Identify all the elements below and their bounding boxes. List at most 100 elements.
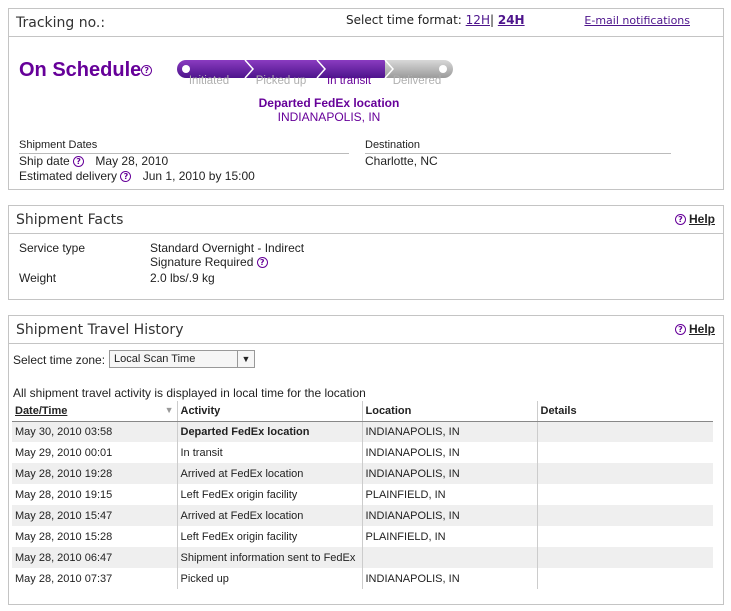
status-text: On Schedule (19, 59, 142, 81)
cell-details (536, 505, 713, 526)
destination-header: Destination (365, 139, 671, 154)
travel-history-panel: Shipment Travel History ? Help Select tim… (8, 315, 724, 605)
history-title: Shipment Travel History (16, 322, 184, 338)
cell-activity: Shipment information sent to FedEx (176, 547, 362, 568)
facts-header: Shipment Facts ? Help (9, 206, 723, 234)
signature-help-icon[interactable]: ? (256, 257, 268, 269)
step-picked-up: Picked up (255, 75, 307, 87)
step-in-transit: In transit (326, 75, 372, 87)
ship-date-help-icon[interactable]: ? (73, 156, 85, 168)
cell-activity: Picked up (176, 568, 362, 589)
cell-date: May 28, 2010 19:15 (12, 484, 177, 505)
cell-details (536, 484, 713, 505)
format-24h-link[interactable]: 24H (498, 13, 525, 27)
cell-details (536, 568, 713, 589)
current-location-title: Departed FedEx location (258, 96, 400, 110)
history-help-link[interactable]: ? Help (674, 322, 715, 336)
table-row: May 30, 2010 03:58 Departed FedEx locatio… (12, 421, 713, 442)
history-rows: May 30, 2010 03:58 Departed FedEx locatio… (12, 421, 713, 589)
dropdown-arrow-icon[interactable]: ▼ (237, 351, 254, 367)
step-initiated: Initiated (188, 75, 230, 87)
cell-date: May 28, 2010 19:28 (12, 463, 177, 484)
travel-history-table: Date/Time ▼ Activity Location Details Ma… (12, 401, 713, 589)
facts-help-label: Help (688, 212, 715, 226)
service-type-value: Standard Overnight - Indirect (150, 241, 305, 255)
facts-help-link[interactable]: ? Help (674, 212, 715, 226)
ship-date-label: Ship date (19, 154, 70, 168)
cell-activity: Left FedEx origin facility (176, 484, 362, 505)
table-row: May 28, 2010 15:47 Arrived at FedEx locat… (12, 505, 713, 526)
cell-location: PLAINFIELD, IN (361, 484, 537, 505)
history-help-label: Help (688, 322, 715, 336)
cell-location (361, 547, 537, 568)
status-help-icon[interactable]: ? (141, 65, 153, 77)
timezone-value: Local Scan Time (114, 353, 196, 365)
shipment-facts-panel: Shipment Facts ? Help Service type Standa… (8, 205, 724, 300)
cell-date: May 29, 2010 00:01 (12, 442, 177, 463)
sort-desc-icon[interactable]: ▼ (165, 405, 174, 415)
format-12h-link[interactable]: 12H (466, 13, 490, 27)
table-row: May 28, 2010 06:47 Shipment information s… (12, 547, 713, 568)
col-activity: Activity (176, 401, 362, 422)
cell-activity: In transit (176, 442, 362, 463)
col-date-time[interactable]: Date/Time ▼ (12, 401, 177, 422)
service-type-label: Service type (19, 241, 86, 255)
cell-location: INDIANAPOLIS, IN (361, 568, 537, 589)
table-row: May 29, 2010 00:01 In transit INDIANAPOLIS… (12, 442, 713, 463)
cell-location: INDIANAPOLIS, IN (361, 505, 537, 526)
signature-row: Signature Required ? (150, 255, 268, 269)
cell-location: INDIANAPOLIS, IN (361, 421, 537, 442)
ship-date-row: Ship date ? May 28, 2010 (19, 154, 168, 168)
cell-activity: Arrived at FedEx location (176, 463, 362, 484)
cell-details (536, 526, 713, 547)
cell-date: May 28, 2010 06:47 (12, 547, 177, 568)
table-row: May 28, 2010 19:15 Left FedEx origin faci… (12, 484, 713, 505)
cell-date: May 28, 2010 15:28 (12, 526, 177, 547)
signature-label: Signature Required (150, 255, 254, 269)
email-notifications-link[interactable]: E-mail notifications (584, 14, 690, 27)
cell-activity: Arrived at FedEx location (176, 505, 362, 526)
format-separator: | (489, 13, 495, 27)
time-format-label: Select time format: (346, 13, 462, 27)
table-header-row: Date/Time ▼ Activity Location Details (12, 401, 713, 422)
history-header: Shipment Travel History ? Help (9, 316, 723, 344)
est-delivery-value: Jun 1, 2010 by 15:00 (142, 169, 255, 183)
tracking-title: Tracking no.: (16, 15, 106, 31)
cell-location: INDIANAPOLIS, IN (361, 442, 537, 463)
col-location: Location (361, 401, 537, 422)
cell-date: May 28, 2010 15:47 (12, 505, 177, 526)
shipment-status: On Schedule? (19, 59, 153, 82)
cell-details (536, 421, 713, 442)
facts-title: Shipment Facts (16, 212, 124, 228)
tracking-header: Tracking no.: Select time format: 12H| 2… (9, 9, 723, 37)
col-date-time-label[interactable]: Date/Time (15, 405, 67, 417)
ship-date-value: May 28, 2010 (95, 154, 169, 168)
help-icon: ? (674, 214, 686, 226)
tracking-panel: Tracking no.: Select time format: 12H| 2… (8, 8, 724, 190)
timezone-select[interactable]: Local Scan Time ▼ (109, 350, 255, 368)
table-row: May 28, 2010 07:37 Picked up INDIANAPOLIS,… (12, 568, 713, 589)
est-delivery-help-icon[interactable]: ? (120, 171, 132, 183)
cell-details (536, 442, 713, 463)
weight-label: Weight (19, 271, 57, 285)
timezone-label: Select time zone: (13, 353, 106, 367)
col-details: Details (536, 401, 713, 422)
est-delivery-label: Estimated delivery (19, 169, 118, 183)
time-format-selector: Select time format: 12H| 24H (346, 13, 525, 27)
shipment-dates-header: Shipment Dates (19, 139, 349, 154)
destination-value: Charlotte, NC (365, 154, 438, 168)
cell-activity: Departed FedEx location (176, 421, 362, 442)
table-row: May 28, 2010 19:28 Arrived at FedEx locat… (12, 463, 713, 484)
cell-date: May 30, 2010 03:58 (12, 421, 177, 442)
cell-details (536, 547, 713, 568)
help-icon: ? (674, 324, 686, 336)
step-delivered: Delivered (392, 75, 442, 87)
cell-location: INDIANAPOLIS, IN (361, 463, 537, 484)
cell-details (536, 463, 713, 484)
current-location-city: INDIANAPOLIS, IN (277, 110, 381, 124)
cell-date: May 28, 2010 07:37 (12, 568, 177, 589)
est-delivery-row: Estimated delivery ? Jun 1, 2010 by 15:0… (19, 169, 255, 183)
cell-activity: Left FedEx origin facility (176, 526, 362, 547)
weight-value: 2.0 lbs/.9 kg (150, 271, 215, 285)
cell-location: PLAINFIELD, IN (361, 526, 537, 547)
